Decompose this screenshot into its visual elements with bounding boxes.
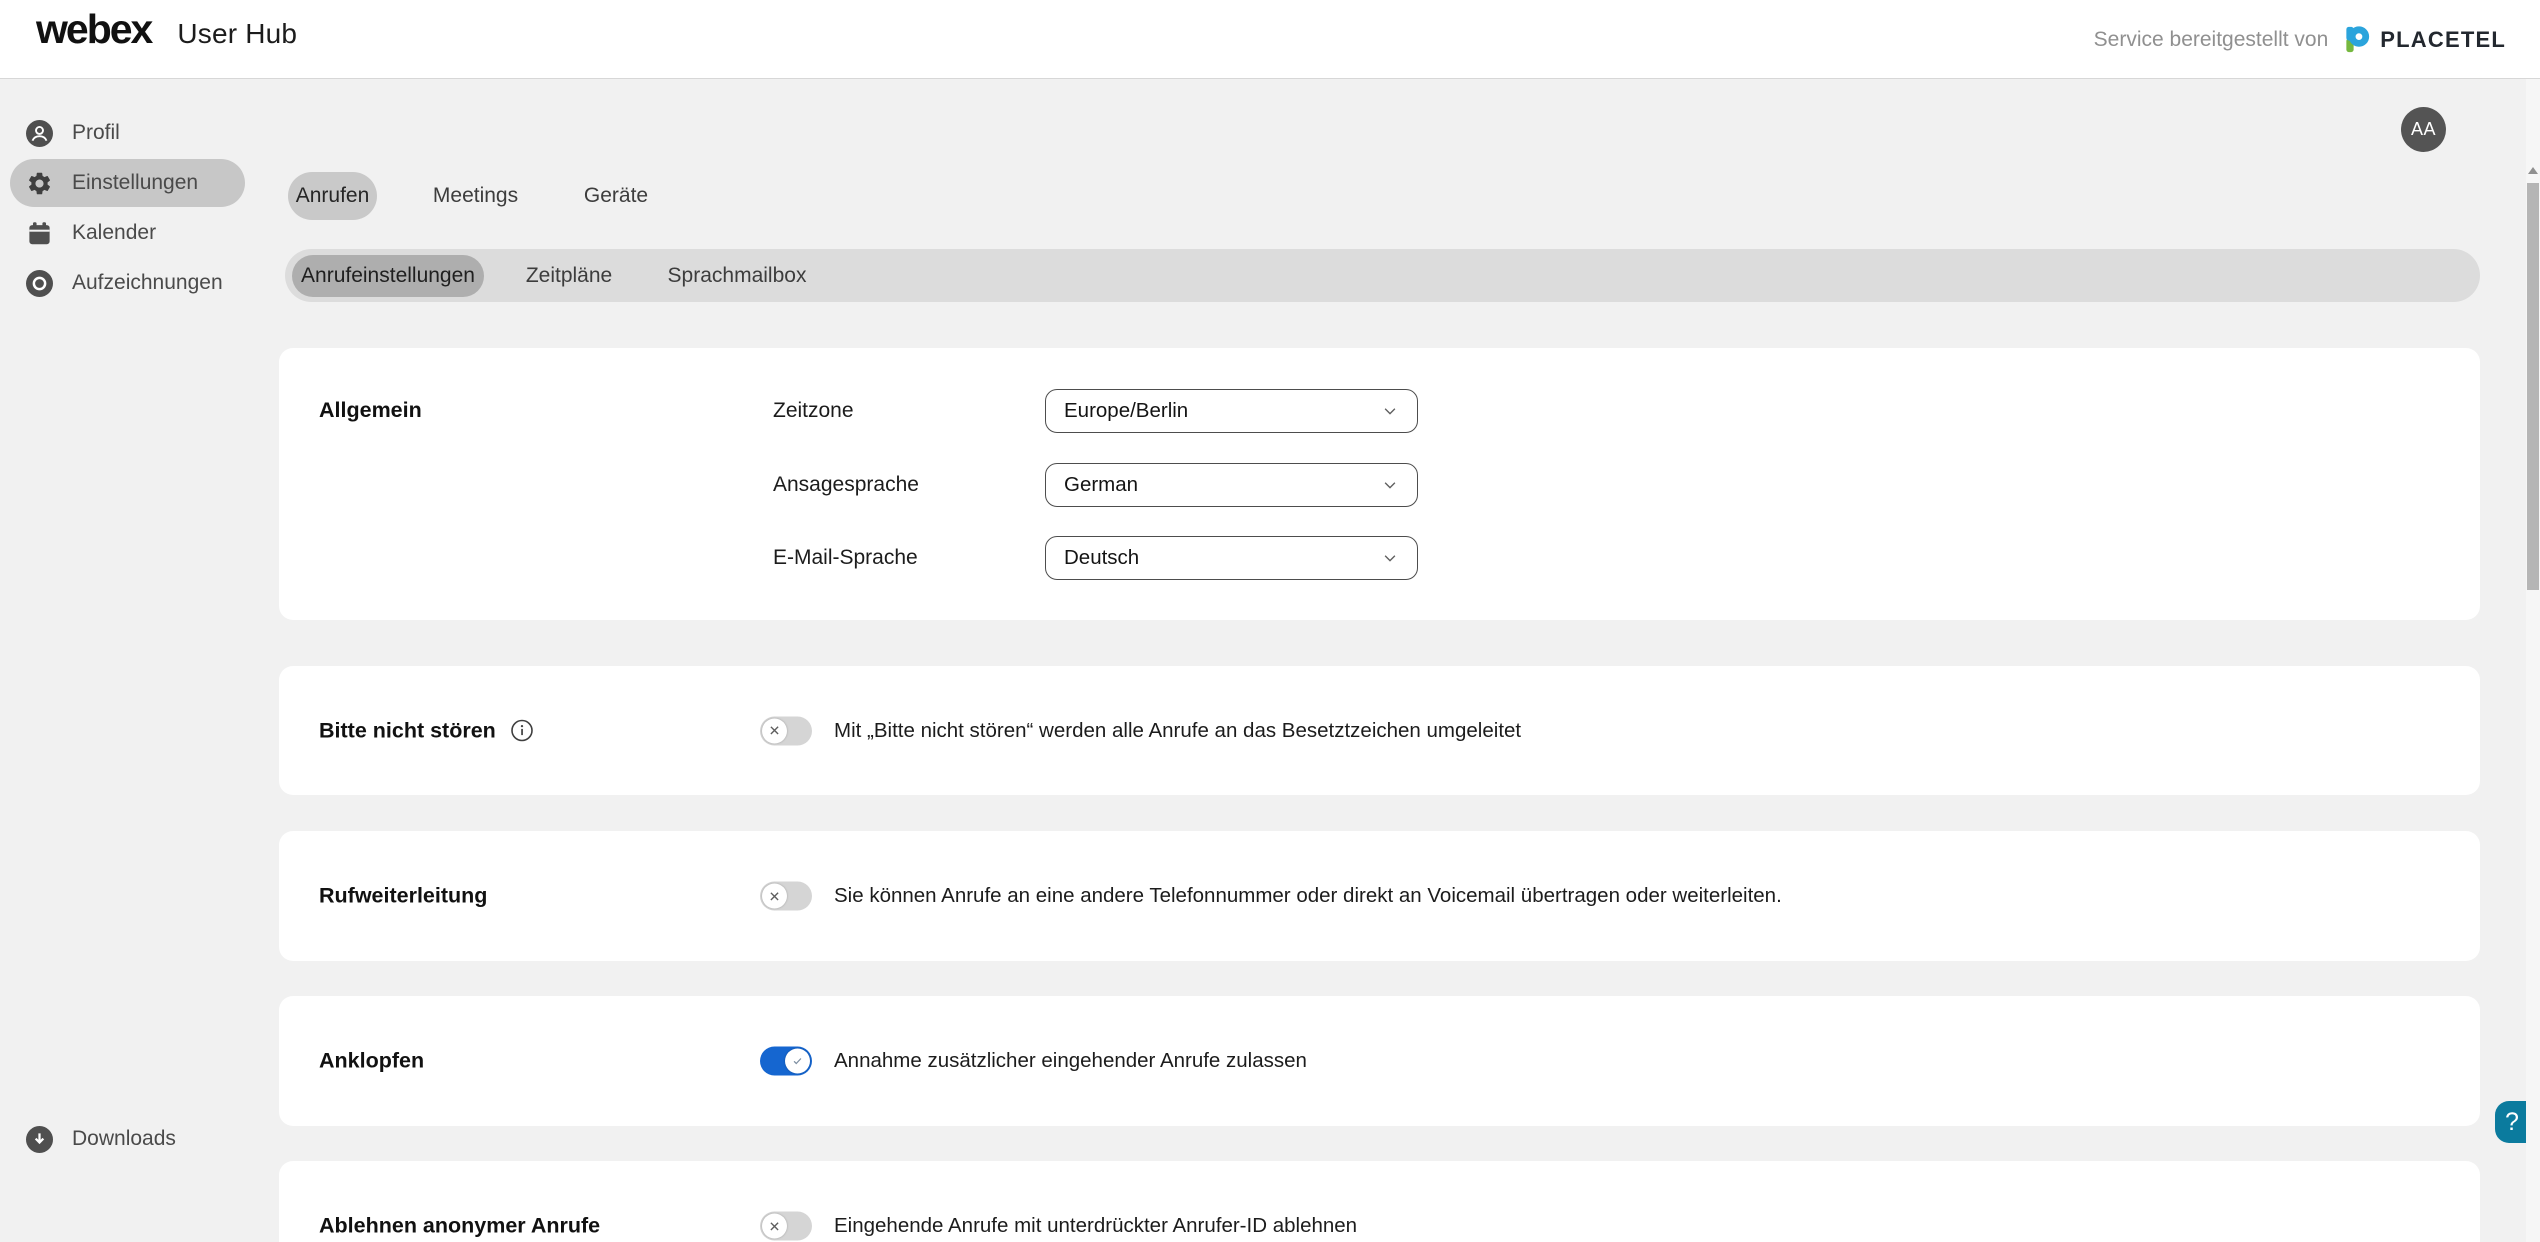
scrollbar[interactable] [2526, 79, 2540, 1242]
profile-icon [26, 120, 53, 147]
setting-description: Annahme zusätzlicher eingehender Anrufe … [834, 1049, 1307, 1073]
select-value: German [1064, 473, 1381, 497]
chevron-down-icon [1381, 549, 1399, 567]
sidebar-item-downloads[interactable]: Downloads [10, 1115, 176, 1163]
card-bitte-nicht-stoeren: Bitte nicht stören ✕ Mit „Bitte nicht st… [279, 666, 2480, 795]
recordings-icon [26, 270, 53, 297]
subtab-zeitplaene[interactable]: Zeitpläne [531, 249, 607, 302]
sidebar-item-label: Downloads [72, 1127, 176, 1151]
toggle-knob: ✕ [762, 884, 787, 909]
field-row-zeitzone: Zeitzone Europe/Berlin [279, 389, 2480, 433]
call-waiting-toggle[interactable]: ✕ [760, 1047, 812, 1076]
download-icon [26, 1126, 53, 1153]
setting-description: Mit „Bitte nicht stören“ werden alle Anr… [834, 719, 1521, 743]
x-icon: ✕ [769, 724, 781, 738]
call-forwarding-toggle[interactable]: ✕ [760, 882, 812, 911]
app-header: webex User Hub Service bereitgestellt vo… [0, 0, 2540, 79]
user-hub-page: webex User Hub Service bereitgestellt vo… [0, 0, 2540, 1242]
chevron-down-icon [1381, 476, 1399, 494]
setting-description: Eingehende Anrufe mit unterdrückter Anru… [834, 1214, 1357, 1238]
toggle-knob: ✕ [762, 1214, 787, 1239]
placetel-p-icon [2342, 24, 2373, 55]
gear-icon [26, 170, 53, 197]
setting-description: Sie können Anrufe an eine andere Telefon… [834, 884, 1782, 908]
sidebar-item-einstellungen[interactable]: Einstellungen [10, 159, 245, 207]
service-provided-label: Service bereitgestellt von [2094, 28, 2329, 52]
sidebar-item-label: Profil [72, 121, 120, 145]
x-icon: ✕ [769, 1219, 781, 1233]
field-label: Zeitzone [773, 389, 854, 433]
calendar-icon [26, 220, 53, 247]
info-icon[interactable] [510, 719, 534, 743]
check-icon [790, 1054, 805, 1069]
select-value: Deutsch [1064, 546, 1381, 570]
app-title: User Hub [177, 18, 297, 50]
zeitzone-select[interactable]: Europe/Berlin [1045, 389, 1418, 433]
toggle-knob: ✕ [762, 718, 787, 743]
chevron-down-icon [1381, 402, 1399, 420]
select-value: Europe/Berlin [1064, 399, 1381, 423]
sidebar-item-label: Aufzeichnungen [72, 271, 223, 295]
tab-meetings[interactable]: Meetings [437, 172, 514, 220]
setting-title: Anklopfen [319, 1049, 424, 1074]
sidebar-item-kalender[interactable]: Kalender [10, 209, 245, 257]
ansagesprache-select[interactable]: German [1045, 463, 1418, 507]
field-row-ansagesprache: Ansagesprache German [279, 463, 2480, 507]
sidebar-item-profil[interactable]: Profil [10, 109, 245, 157]
sidebar-item-aufzeichnungen[interactable]: Aufzeichnungen [10, 259, 245, 307]
sidebar-item-label: Einstellungen [72, 171, 198, 195]
service-provider-area: Service bereitgestellt von PLACETEL [2094, 0, 2506, 79]
webex-logo: webex [36, 6, 151, 53]
placetel-wordmark: PLACETEL [2380, 27, 2506, 53]
field-label: E-Mail-Sprache [773, 536, 918, 580]
toggle-knob: ✕ [785, 1049, 810, 1074]
subtab-sprachmailbox[interactable]: Sprachmailbox [677, 249, 797, 302]
scrollbar-up-arrow-icon[interactable] [2528, 167, 2538, 174]
card-ablehnen-anonymer-anrufe: Ablehnen anonymer Anrufe ✕ Eingehende An… [279, 1161, 2480, 1242]
dnd-toggle[interactable]: ✕ [760, 716, 812, 745]
subtab-bar: Anrufeinstellungen Zeitpläne Sprachmailb… [285, 249, 2480, 302]
card-rufweiterleitung: Rufweiterleitung ✕ Sie können Anrufe an … [279, 831, 2480, 961]
x-icon: ✕ [769, 889, 781, 903]
brand-area: webex User Hub [36, 6, 297, 53]
setting-title: Rufweiterleitung [319, 884, 487, 909]
tab-anrufen[interactable]: Anrufen [288, 172, 377, 220]
avatar[interactable]: AA [2401, 107, 2446, 152]
placetel-logo: PLACETEL [2342, 24, 2506, 55]
card-anklopfen: Anklopfen ✕ Annahme zusätzlicher eingehe… [279, 996, 2480, 1126]
card-allgemein: Allgemein Zeitzone Europe/Berlin Ansages… [279, 348, 2480, 620]
anonymous-call-rejection-toggle[interactable]: ✕ [760, 1212, 812, 1241]
subtab-anrufeinstellungen[interactable]: Anrufeinstellungen [292, 255, 484, 297]
scrollbar-thumb[interactable] [2527, 183, 2539, 590]
setting-title: Bitte nicht stören [319, 718, 496, 743]
field-label: Ansagesprache [773, 463, 919, 507]
setting-title: Ablehnen anonymer Anrufe [319, 1214, 600, 1239]
sidebar-item-label: Kalender [72, 221, 156, 245]
email-sprache-select[interactable]: Deutsch [1045, 536, 1418, 580]
field-row-email-sprache: E-Mail-Sprache Deutsch [279, 536, 2480, 580]
tab-geraete[interactable]: Geräte [588, 172, 644, 220]
